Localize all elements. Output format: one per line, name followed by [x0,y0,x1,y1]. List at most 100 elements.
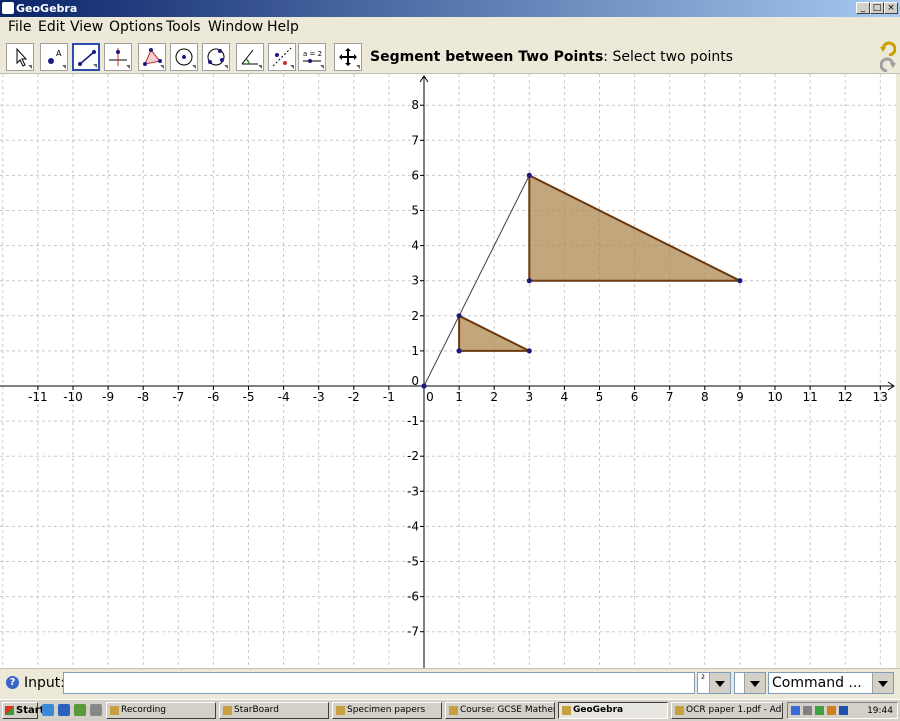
y-tick-label: 8 [411,98,419,112]
segment-tool[interactable] [72,43,100,71]
system-tray: 19:44 [787,702,898,719]
vertex-point [456,348,462,354]
volume-tray-icon[interactable] [827,706,836,715]
x-tick-label: -8 [137,390,149,404]
y-tick-label: -6 [407,590,419,604]
redo-button[interactable] [879,57,896,73]
x-tick-label: -4 [278,390,290,404]
internet-explorer-icon[interactable] [58,704,70,716]
y-tick-label: 7 [411,133,419,147]
greek-dropdown-arrow[interactable] [744,673,765,693]
x-tick-label: 7 [666,390,674,404]
security-tray-icon[interactable] [839,706,848,715]
task-starboard[interactable]: StarBoard [219,702,329,719]
y-tick-label: 5 [411,204,419,218]
origin-point [421,383,427,389]
command-dropdown[interactable]: Command ... [768,672,894,694]
menu-options[interactable]: Options [109,19,163,35]
window-border [896,74,900,668]
x-tick-label: -7 [172,390,184,404]
menu-tools[interactable]: Tools [166,19,201,35]
circle-three-points-tool[interactable] [202,43,230,71]
superscript-symbol-icon: ² [701,674,706,685]
x-tick-label: -1 [383,390,395,404]
y-tick-label: 1 [411,344,419,358]
move-tool[interactable] [6,43,34,71]
close-button[interactable]: × [884,2,898,14]
task-course-gcse[interactable]: Course: GCSE Mathemat... [445,702,555,719]
vertex-point [526,278,532,284]
help-tray-icon[interactable] [791,706,800,715]
y-tick-label: -2 [407,449,419,463]
menu-bar: File Edit View Options Tools Window Help [0,17,900,39]
menu-help[interactable]: Help [267,19,299,35]
x-tick-label: 0 [426,390,434,404]
undo-button[interactable] [880,41,897,57]
reflect-about-line-tool[interactable] [268,43,296,71]
menu-file[interactable]: File [8,19,31,35]
tool-bar: A a = 2 Segment between Two Points: Sele… [0,39,900,74]
x-tick-label: 8 [701,390,709,404]
clock: 19:44 [867,706,893,716]
perpendicular-line-tool[interactable] [104,43,132,71]
tool-hint-text: Segment between Two Points: Select two p… [370,49,733,65]
y-tick-label: -7 [407,625,419,639]
slider-tool[interactable]: a = 2 [298,43,326,71]
x-tick-label: 5 [596,390,604,404]
x-tick-label: 11 [802,390,817,404]
x-tick-label: 10 [767,390,782,404]
menu-edit[interactable]: Edit [38,19,65,35]
y-tick-label: 0 [411,374,419,388]
menu-window[interactable]: Window [208,19,263,35]
x-tick-label: -5 [243,390,255,404]
y-tick-label: 3 [411,274,419,288]
input-help-icon[interactable]: ? [6,676,19,689]
symbol-dropdown-arrow[interactable] [709,673,730,693]
task-recording[interactable]: Recording [106,702,216,719]
greek-dropdown[interactable] [734,672,766,694]
y-tick-label: 4 [411,239,419,253]
x-tick-label: -3 [313,390,325,404]
tool-hint-title: Segment between Two Points [370,49,604,65]
x-tick-label: 9 [736,390,744,404]
y-tick-label: -4 [407,519,419,533]
menu-view[interactable]: View [70,19,103,35]
command-dropdown-arrow[interactable] [872,673,893,693]
task-specimen-papers[interactable]: Specimen papers [332,702,442,719]
geogebra-app-icon [2,2,14,14]
input-label: Input: [24,675,65,691]
symbol-dropdown[interactable]: ² [697,672,731,694]
x-tick-label: 2 [490,390,498,404]
circle-center-point-tool[interactable] [170,43,198,71]
title-bar: GeoGebra _ □ × [0,0,900,17]
graphics-view[interactable]: -11 -10 -9 -8 -7 -6 -5 -4 -3 -2 -1 0 1 2 3 4 5 6 7 8 9 10 11 12… [0,74,897,668]
vertex-point [526,348,532,354]
angle-tool[interactable] [236,43,264,71]
quicklaunch-expand-icon[interactable] [90,704,102,716]
outlook-icon[interactable] [74,704,86,716]
y-tick-label: 6 [411,168,419,182]
task-ocr-paper[interactable]: OCR paper 1.pdf - Adob... [671,702,783,719]
x-tick-label: -11 [28,390,48,404]
start-button[interactable]: Start [2,702,44,719]
graphics-canvas[interactable]: -11 -10 -9 -8 -7 -6 -5 -4 -3 -2 -1 0 1 2 3 4 5 6 7 8 9 10 11 12… [0,74,896,668]
maximize-button[interactable]: □ [870,2,884,14]
task-geogebra[interactable]: GeoGebra [558,702,668,719]
polygon-tool[interactable] [138,43,166,71]
point-tool[interactable]: A [40,43,68,71]
vertex-point [456,313,462,319]
x-tick-label: 1 [455,390,463,404]
network-tray-icon[interactable] [803,706,812,715]
window-title: GeoGebra [16,2,78,15]
minimize-button[interactable]: _ [856,2,870,14]
x-tick-label: 4 [561,390,569,404]
x-tick-label: -2 [348,390,360,404]
input-field[interactable] [63,672,695,694]
x-tick-label: 6 [631,390,639,404]
svg-text:A: A [56,49,62,58]
command-placeholder: Command ... [772,675,862,691]
show-desktop-icon[interactable] [42,704,54,716]
move-graphics-view-tool[interactable] [334,43,362,71]
update-tray-icon[interactable] [815,706,824,715]
y-tick-label: -5 [407,555,419,569]
